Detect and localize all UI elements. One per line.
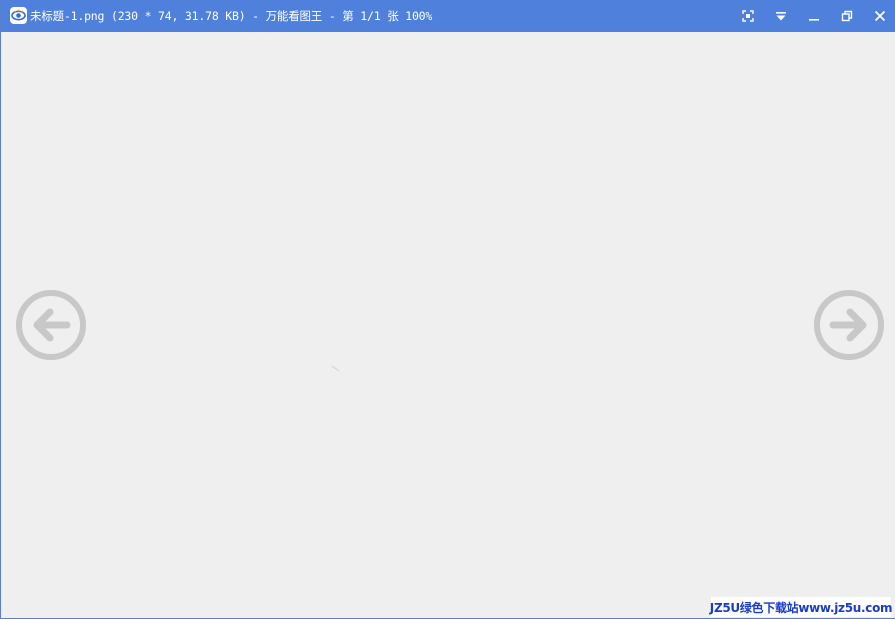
window-controls <box>731 0 895 32</box>
image-canvas[interactable] <box>2 32 895 618</box>
minimize-button[interactable] <box>797 0 830 32</box>
eye-logo-icon[interactable] <box>10 7 27 24</box>
image-viewer-window: 未标题-1.png (230 * 74, 31.78 KB) - 万能看图王 -… <box>0 0 895 619</box>
minimize-icon <box>808 10 820 22</box>
image-artifact <box>331 358 341 372</box>
window-title: 未标题-1.png (230 * 74, 31.78 KB) - 万能看图王 -… <box>30 9 433 23</box>
arrow-right-circle-icon <box>814 290 884 360</box>
watermark-label: JZ5U绿色下载站www.jz5u.com <box>710 597 893 617</box>
next-image-button[interactable] <box>813 289 885 361</box>
close-icon <box>874 10 886 22</box>
restore-icon <box>841 10 853 22</box>
arrow-left-circle-icon <box>16 290 86 360</box>
menu-dropdown-button[interactable] <box>764 0 797 32</box>
title-bar[interactable]: 未标题-1.png (230 * 74, 31.78 KB) - 万能看图王 -… <box>1 0 895 32</box>
restore-button[interactable] <box>830 0 863 32</box>
fullscreen-button[interactable] <box>731 0 764 32</box>
fullscreen-icon <box>741 10 754 22</box>
dropdown-menu-icon <box>775 10 787 22</box>
close-button[interactable] <box>863 0 895 32</box>
previous-image-button[interactable] <box>15 289 87 361</box>
